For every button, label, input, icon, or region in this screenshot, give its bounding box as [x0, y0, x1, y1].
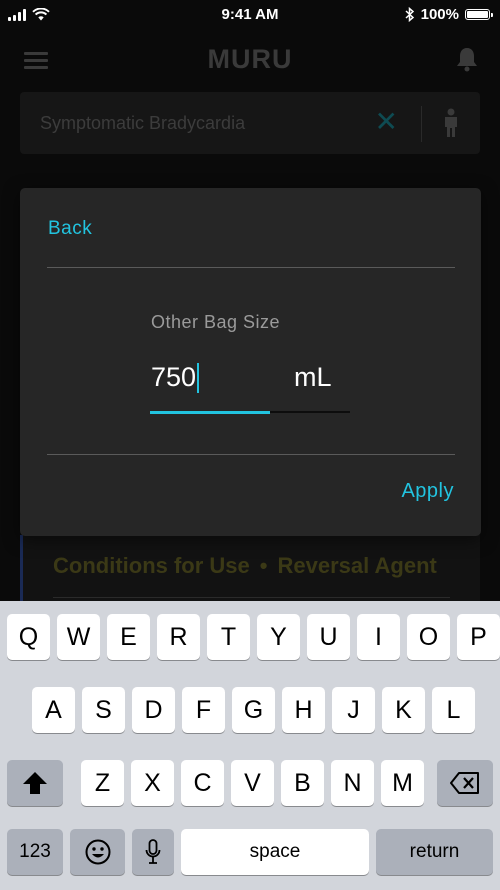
key-e[interactable]: E — [107, 614, 150, 660]
dictation-key[interactable] — [132, 829, 174, 875]
emoji-key[interactable] — [70, 829, 125, 875]
bag-size-value[interactable]: 750 — [151, 362, 196, 393]
key-w[interactable]: W — [57, 614, 100, 660]
search-bar[interactable]: Symptomatic Bradycardia ✕ — [20, 92, 480, 154]
key-i[interactable]: I — [357, 614, 400, 660]
shift-key[interactable] — [7, 760, 63, 806]
back-button[interactable]: Back — [48, 218, 92, 240]
key-q[interactable]: Q — [7, 614, 50, 660]
key-f[interactable]: F — [182, 687, 225, 733]
key-o[interactable]: O — [407, 614, 450, 660]
input-underline-active — [150, 411, 270, 414]
apply-button[interactable]: Apply — [401, 480, 454, 503]
bag-size-value-wrap[interactable]: 750 — [151, 362, 200, 393]
key-n[interactable]: N — [331, 760, 374, 806]
chip-conditions: Conditions for Use — [53, 553, 250, 578]
text-cursor — [197, 362, 200, 393]
key-u[interactable]: U — [307, 614, 350, 660]
unit-label: mL — [294, 362, 332, 392]
person-icon[interactable] — [440, 108, 462, 138]
key-c[interactable]: C — [181, 760, 224, 806]
bag-size-input[interactable]: 750 mL — [150, 358, 350, 414]
dialog-top-divider — [47, 267, 455, 268]
space-key[interactable]: space — [181, 829, 369, 875]
key-r[interactable]: R — [157, 614, 200, 660]
status-right: 100% — [405, 6, 493, 23]
key-t[interactable]: T — [207, 614, 250, 660]
backspace-key[interactable] — [437, 760, 493, 806]
dialog-bottom-divider — [47, 454, 455, 455]
battery-percent: 100% — [420, 6, 459, 23]
key-z[interactable]: Z — [81, 760, 124, 806]
key-d[interactable]: D — [132, 687, 175, 733]
key-j[interactable]: J — [332, 687, 375, 733]
key-p[interactable]: P — [457, 614, 500, 660]
key-g[interactable]: G — [232, 687, 275, 733]
background-divider — [53, 597, 450, 598]
keyboard: QWERTYUIOP ASDFGHJKL ZXCVBNM 123 space r… — [0, 601, 500, 890]
chip-separator: • — [259, 553, 268, 578]
status-bar: 9:41 AM 100% — [0, 0, 500, 32]
clear-icon[interactable]: ✕ — [375, 108, 398, 136]
key-b[interactable]: B — [281, 760, 324, 806]
key-x[interactable]: X — [131, 760, 174, 806]
emoji-icon — [85, 839, 110, 865]
key-v[interactable]: V — [231, 760, 274, 806]
app-header: MURU — [0, 32, 500, 88]
search-input[interactable]: Symptomatic Bradycardia — [40, 113, 245, 134]
backspace-icon — [450, 772, 479, 794]
battery-icon — [465, 9, 493, 20]
numbers-key[interactable]: 123 — [7, 829, 63, 875]
bluetooth-icon — [405, 7, 414, 22]
app-logo: MURU — [207, 44, 293, 74]
background-card: Conditions for Use • Reversal Agent — [20, 535, 480, 605]
return-key[interactable]: return — [376, 829, 493, 875]
bell-icon[interactable] — [456, 46, 478, 72]
key-k[interactable]: K — [382, 687, 425, 733]
key-s[interactable]: S — [82, 687, 125, 733]
key-h[interactable]: H — [282, 687, 325, 733]
background-chips: Conditions for Use • Reversal Agent — [53, 553, 437, 579]
chip-reversal-agent: Reversal Agent — [277, 553, 437, 578]
search-divider — [421, 106, 422, 142]
shift-icon — [23, 772, 47, 794]
key-l[interactable]: L — [432, 687, 475, 733]
key-y[interactable]: Y — [257, 614, 300, 660]
key-a[interactable]: A — [32, 687, 75, 733]
field-label: Other Bag Size — [151, 312, 281, 332]
bag-size-dialog: Back Other Bag Size 750 mL Apply — [20, 188, 481, 536]
key-m[interactable]: M — [381, 760, 424, 806]
mic-icon — [145, 839, 161, 864]
